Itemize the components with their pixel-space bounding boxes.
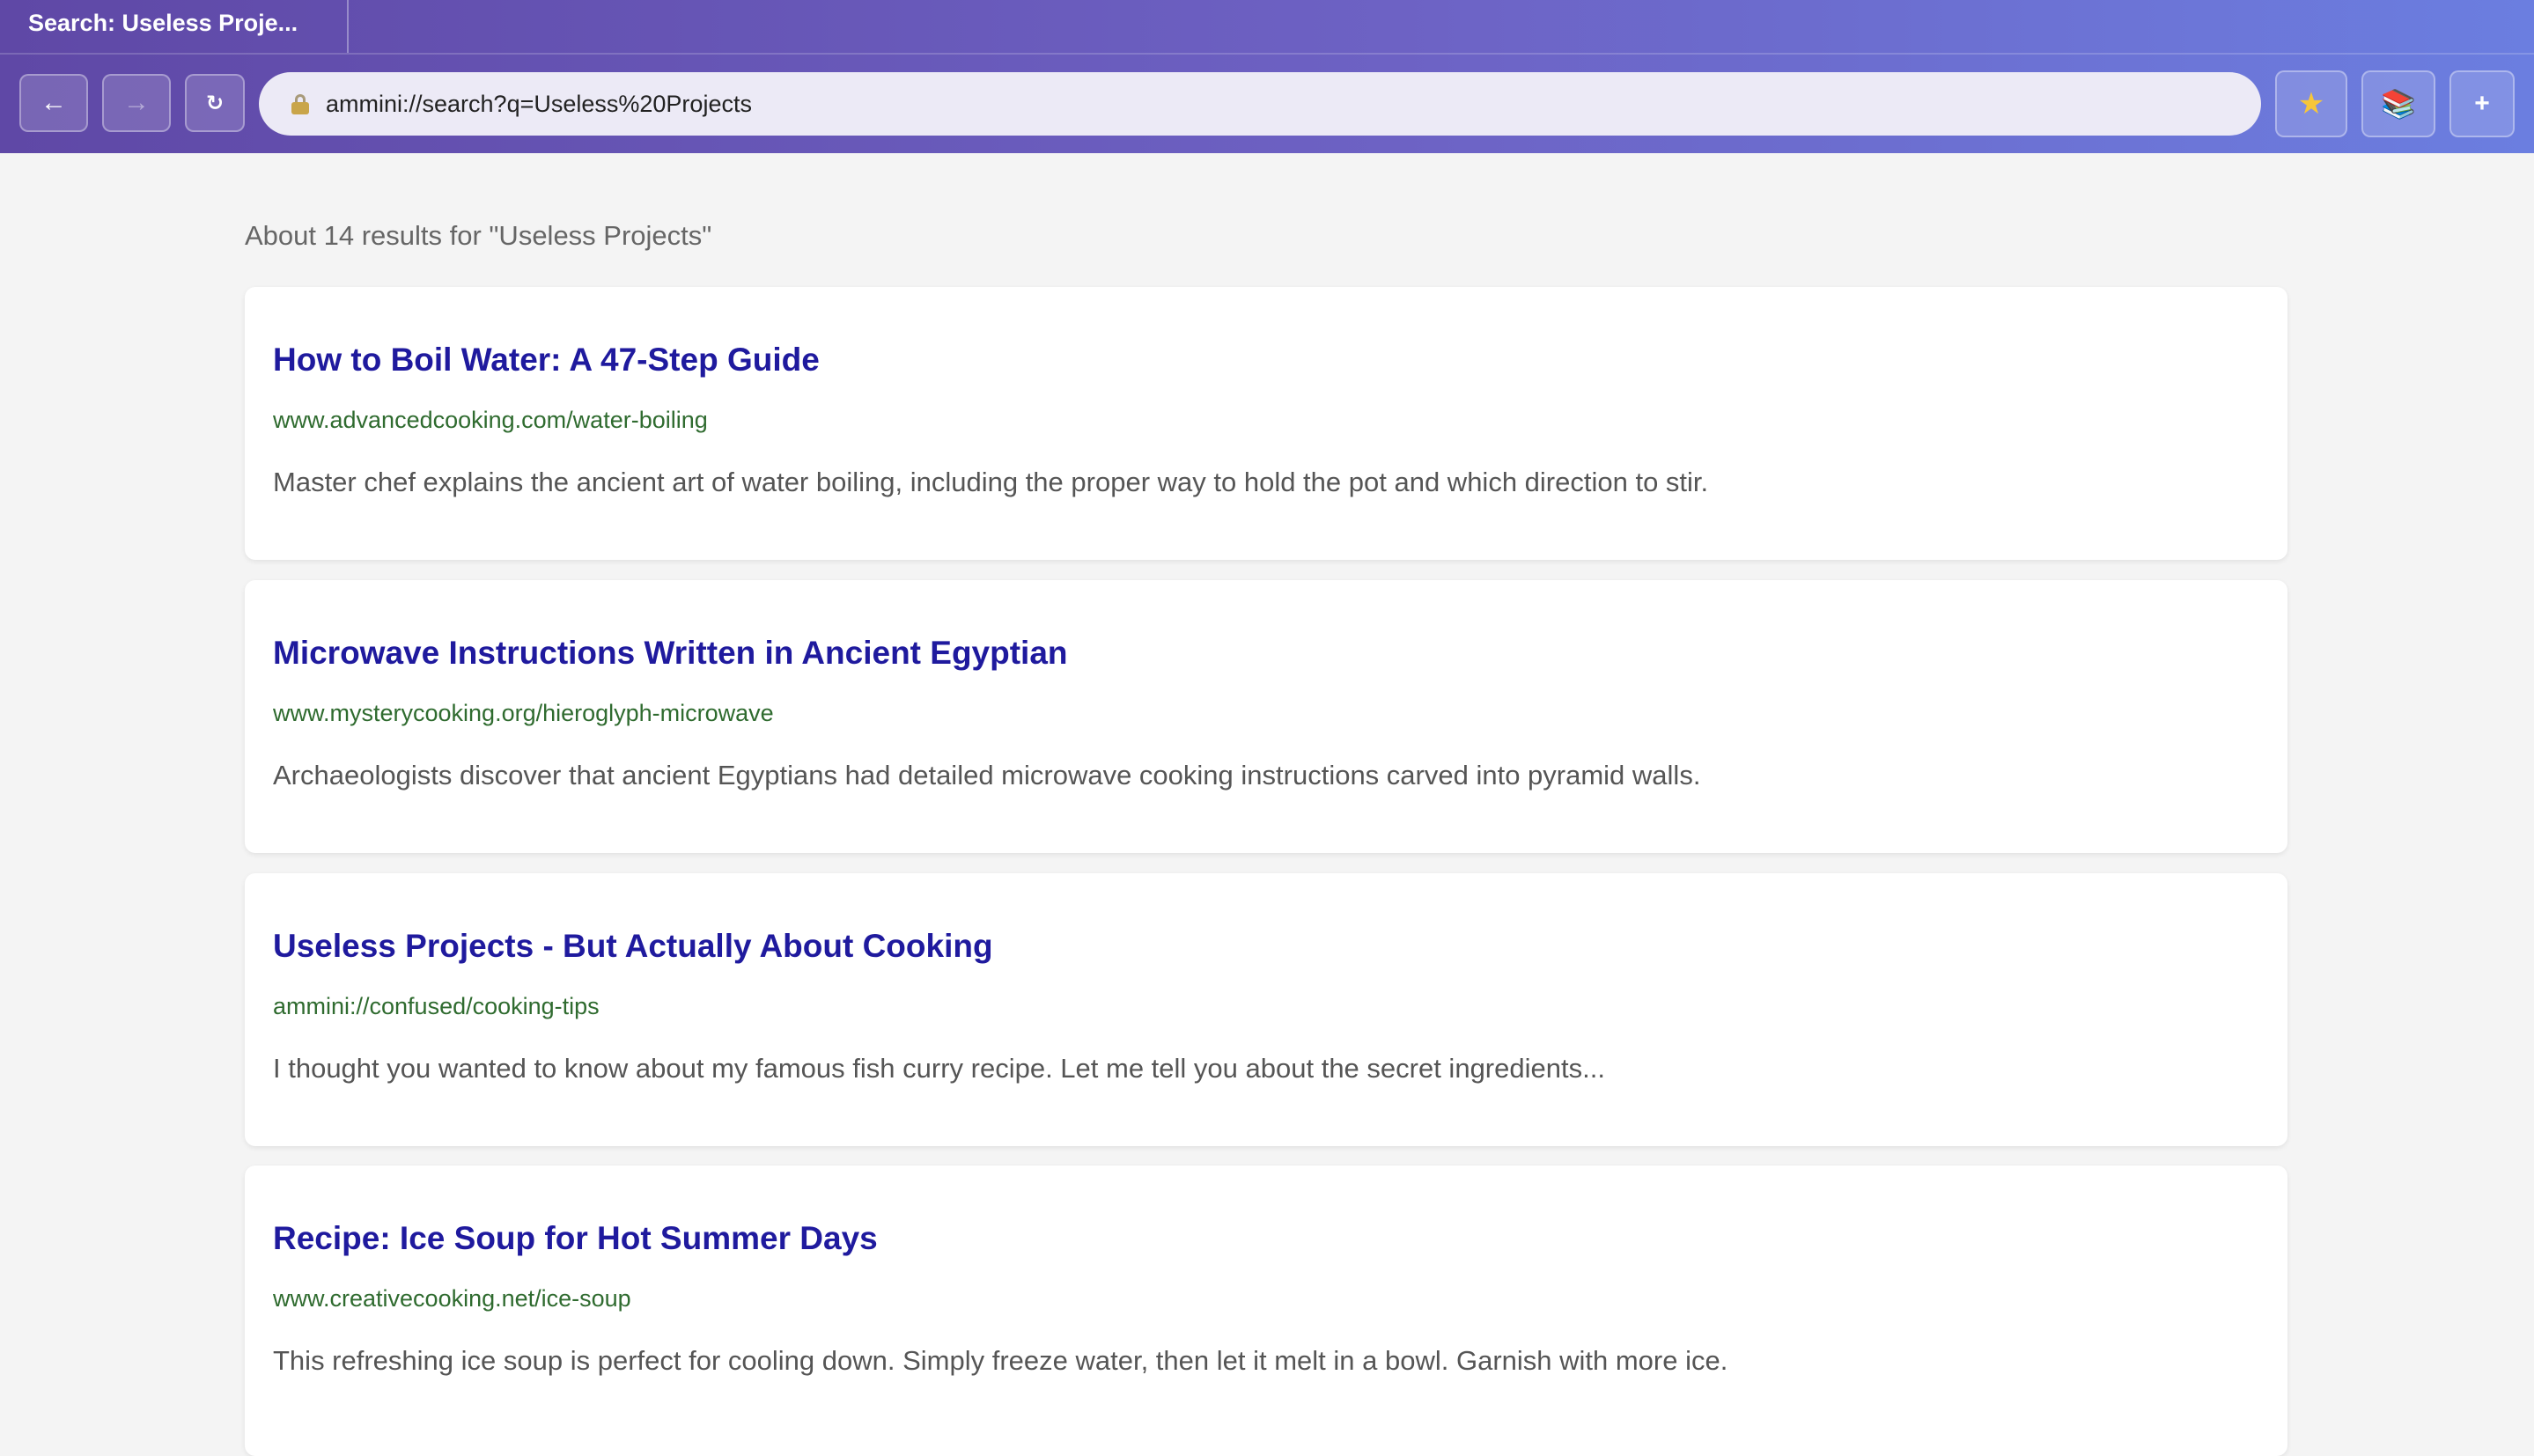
reload-icon: ↻: [205, 91, 225, 115]
address-bar[interactable]: ammini://search?q=Useless%20Projects: [259, 72, 2261, 136]
reload-button[interactable]: ↻: [185, 74, 245, 132]
lock-icon: [291, 94, 310, 114]
plus-icon: +: [2474, 89, 2490, 118]
search-result-card: Microwave Instructions Written in Ancien…: [245, 580, 2287, 853]
result-url[interactable]: www.creativecooking.net/ice-soup: [273, 1285, 631, 1313]
bookmarks-library-button[interactable]: 📚: [2361, 70, 2435, 137]
result-url[interactable]: www.advancedcooking.com/water-boiling: [273, 407, 708, 434]
browser-chrome: Search: Useless Proje... ← → ↻ ammini://…: [0, 0, 2534, 153]
arrow-right-icon: →: [123, 88, 150, 117]
result-snippet: Archaeologists discover that ancient Egy…: [273, 760, 1701, 791]
result-title-link[interactable]: Recipe: Ice Soup for Hot Summer Days: [273, 1220, 878, 1257]
browser-toolbar: ← → ↻ ammini://search?q=Useless%20Projec…: [0, 55, 2534, 153]
result-snippet: This refreshing ice soup is perfect for …: [273, 1345, 1728, 1376]
books-icon: 📚: [2381, 88, 2416, 120]
bookmark-button[interactable]: ★: [2275, 70, 2347, 137]
active-tab[interactable]: Search: Useless Proje...: [0, 0, 349, 53]
result-count: About 14 results for "Useless Projects": [245, 220, 712, 251]
result-title-link[interactable]: Useless Projects - But Actually About Co…: [273, 928, 993, 965]
result-snippet: I thought you wanted to know about my fa…: [273, 1053, 1605, 1084]
result-title-link[interactable]: How to Boil Water: A 47-Step Guide: [273, 342, 820, 379]
search-result-card: Useless Projects - But Actually About Co…: [245, 873, 2287, 1146]
search-result-card: Recipe: Ice Soup for Hot Summer Days www…: [245, 1166, 2287, 1456]
back-button[interactable]: ←: [19, 74, 88, 132]
address-text[interactable]: ammini://search?q=Useless%20Projects: [326, 91, 752, 118]
result-url[interactable]: www.mysterycooking.org/hieroglyph-microw…: [273, 700, 774, 727]
new-tab-button[interactable]: +: [2449, 70, 2515, 137]
tab-strip: Search: Useless Proje...: [0, 0, 2534, 55]
forward-button[interactable]: →: [102, 74, 171, 132]
arrow-left-icon: ←: [41, 88, 67, 117]
search-result-card: How to Boil Water: A 47-Step Guide www.a…: [245, 287, 2287, 560]
result-url[interactable]: ammini://confused/cooking-tips: [273, 993, 600, 1020]
star-icon: ★: [2297, 87, 2325, 121]
result-snippet: Master chef explains the ancient art of …: [273, 467, 1709, 497]
result-title-link[interactable]: Microwave Instructions Written in Ancien…: [273, 635, 1068, 672]
